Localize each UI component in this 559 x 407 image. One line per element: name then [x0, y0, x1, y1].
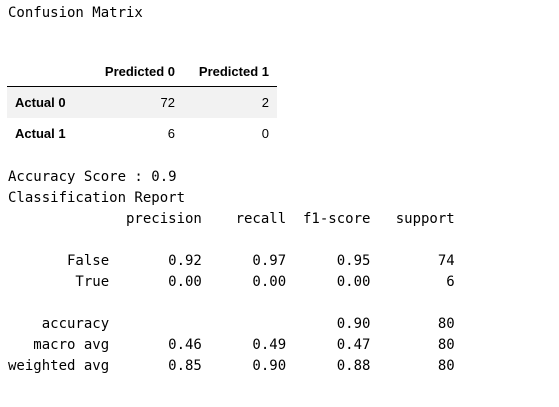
cell-actual1-predicted0: 6 — [167, 126, 175, 141]
classification-report-title: Classification Report — [8, 190, 186, 206]
confusion-matrix-heading: Confusion Matrix — [8, 5, 143, 21]
cell-actual0-predicted0: 72 — [160, 95, 175, 110]
table-row-actual-0: Actual 0 72 2 — [7, 86, 277, 118]
table-row-actual-1: Actual 1 6 0 — [7, 118, 277, 149]
report-line-macro-avg: macro avg 0.46 0.49 0.47 80 — [8, 337, 455, 353]
column-header-predicted-1: Predicted 1 — [183, 56, 277, 87]
row-header-actual-1: Actual 1 — [15, 126, 66, 141]
accuracy-score-line: Accuracy Score : 0.9 — [8, 169, 177, 185]
report-line-false: False 0.92 0.97 0.95 74 — [8, 253, 455, 269]
corner-header-cell — [7, 56, 86, 87]
column-header-predicted-0: Predicted 0 — [86, 56, 183, 87]
classification-report-output: Accuracy Score : 0.9 Classification Repo… — [8, 167, 455, 377]
report-header-line: precision recall f1-score support — [8, 211, 455, 227]
table-header-row: Predicted 0 Predicted 1 — [7, 56, 277, 87]
cell-actual1-predicted1: 0 — [261, 126, 269, 141]
report-line-weighted-avg: weighted avg 0.85 0.90 0.88 80 — [8, 358, 455, 374]
report-line-accuracy: accuracy 0.90 80 — [8, 316, 455, 332]
report-line-true: True 0.00 0.00 0.00 6 — [8, 274, 455, 290]
cell-actual0-predicted1: 2 — [261, 95, 269, 110]
confusion-matrix-table: Predicted 0 Predicted 1 Actual 0 72 2 Ac… — [7, 56, 277, 149]
row-header-actual-0: Actual 0 — [15, 95, 66, 110]
